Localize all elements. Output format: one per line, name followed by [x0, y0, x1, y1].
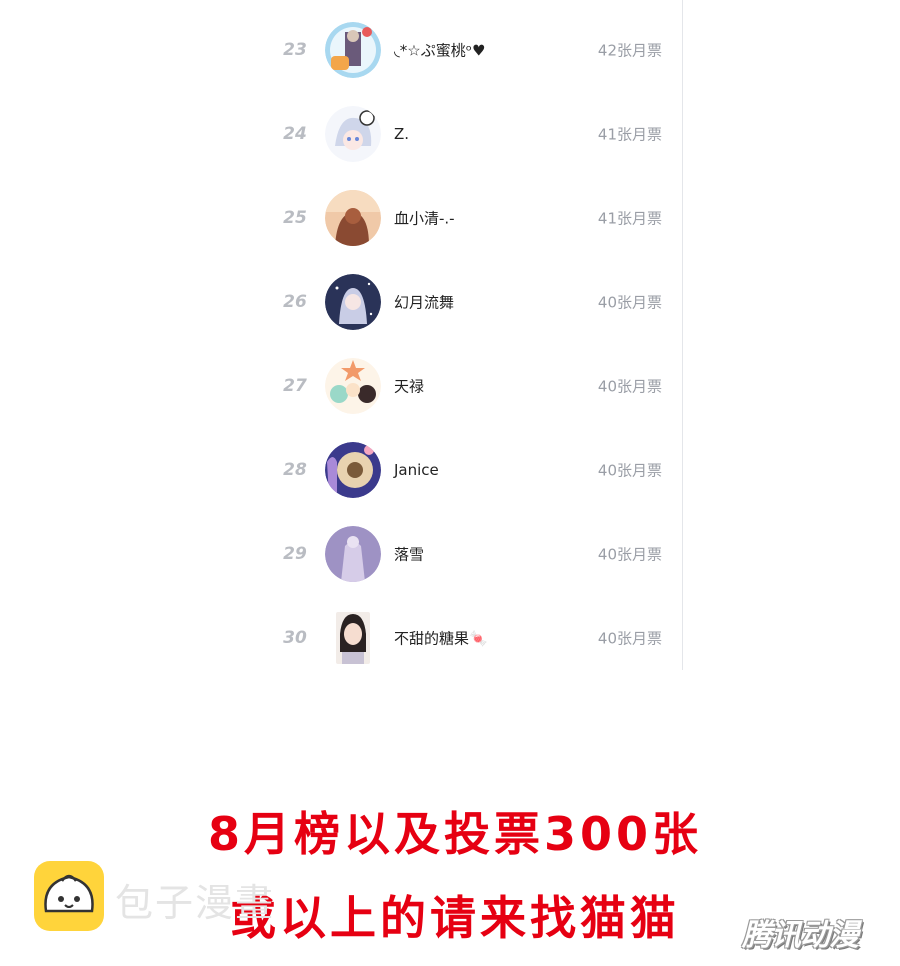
- vote-count: 41张月票: [597, 209, 662, 228]
- list-item[interactable]: 30 不甜的糖果🍬 40张月票: [270, 596, 682, 680]
- avatar[interactable]: [325, 22, 381, 78]
- vote-count: 40张月票: [597, 293, 662, 312]
- nickname: 血小清-.-: [394, 209, 455, 228]
- avatar[interactable]: [325, 106, 381, 162]
- list-item[interactable]: 23 ◟*☆ぷ蜜桃ᵒ♥ 42张月票: [270, 8, 682, 92]
- ranking-list: 23 ◟*☆ぷ蜜桃ᵒ♥ 42张月票 24 Z. 41张月票 25 血小清-.- …: [270, 0, 683, 670]
- vote-count: 40张月票: [597, 377, 662, 396]
- nickname: Z.: [394, 125, 410, 143]
- avatar[interactable]: [325, 358, 381, 414]
- rank-number: 30: [283, 628, 307, 648]
- vote-count: 41张月票: [597, 125, 662, 144]
- list-item[interactable]: 24 Z. 41张月票: [270, 92, 682, 176]
- watermark-text: 包子漫畫: [115, 881, 276, 925]
- notice-line-1: 8月榜以及投票300张: [207, 807, 703, 861]
- list-item[interactable]: 25 血小清-.- 41张月票: [270, 176, 682, 260]
- rank-number: 29: [283, 544, 307, 564]
- avatar[interactable]: [325, 526, 381, 582]
- rank-number: 24: [283, 124, 307, 144]
- nickname: 不甜的糖果🍬: [394, 629, 488, 648]
- nickname: 天禄: [394, 377, 425, 396]
- nickname: 幻月流舞: [394, 293, 455, 312]
- vote-count: 42张月票: [597, 41, 662, 60]
- bun-logo-icon: [34, 861, 104, 931]
- rank-number: 27: [283, 376, 307, 396]
- vote-count: 40张月票: [597, 461, 662, 480]
- avatar[interactable]: [325, 190, 381, 246]
- list-item[interactable]: 26 幻月流舞 40张月票: [270, 260, 682, 344]
- nickname: Janice: [394, 461, 439, 479]
- vote-count: 40张月票: [597, 629, 662, 648]
- avatar[interactable]: [336, 612, 370, 664]
- vote-count: 40张月票: [597, 545, 662, 564]
- avatar[interactable]: [325, 274, 381, 330]
- list-item[interactable]: 27 天禄 40张月票: [270, 344, 682, 428]
- tencent-comic-logo: 腾讯动漫: [742, 918, 859, 953]
- rank-number: 23: [283, 40, 307, 60]
- nickname: ◟*☆ぷ蜜桃ᵒ♥: [394, 41, 486, 60]
- list-item[interactable]: 29 落雪 40张月票: [270, 512, 682, 596]
- nickname: 落雪: [394, 545, 425, 564]
- rank-number: 26: [283, 292, 307, 312]
- rank-number: 25: [283, 208, 307, 228]
- rank-number: 28: [283, 460, 307, 480]
- list-item[interactable]: 28 Janice 40张月票: [270, 428, 682, 512]
- avatar[interactable]: [325, 442, 381, 498]
